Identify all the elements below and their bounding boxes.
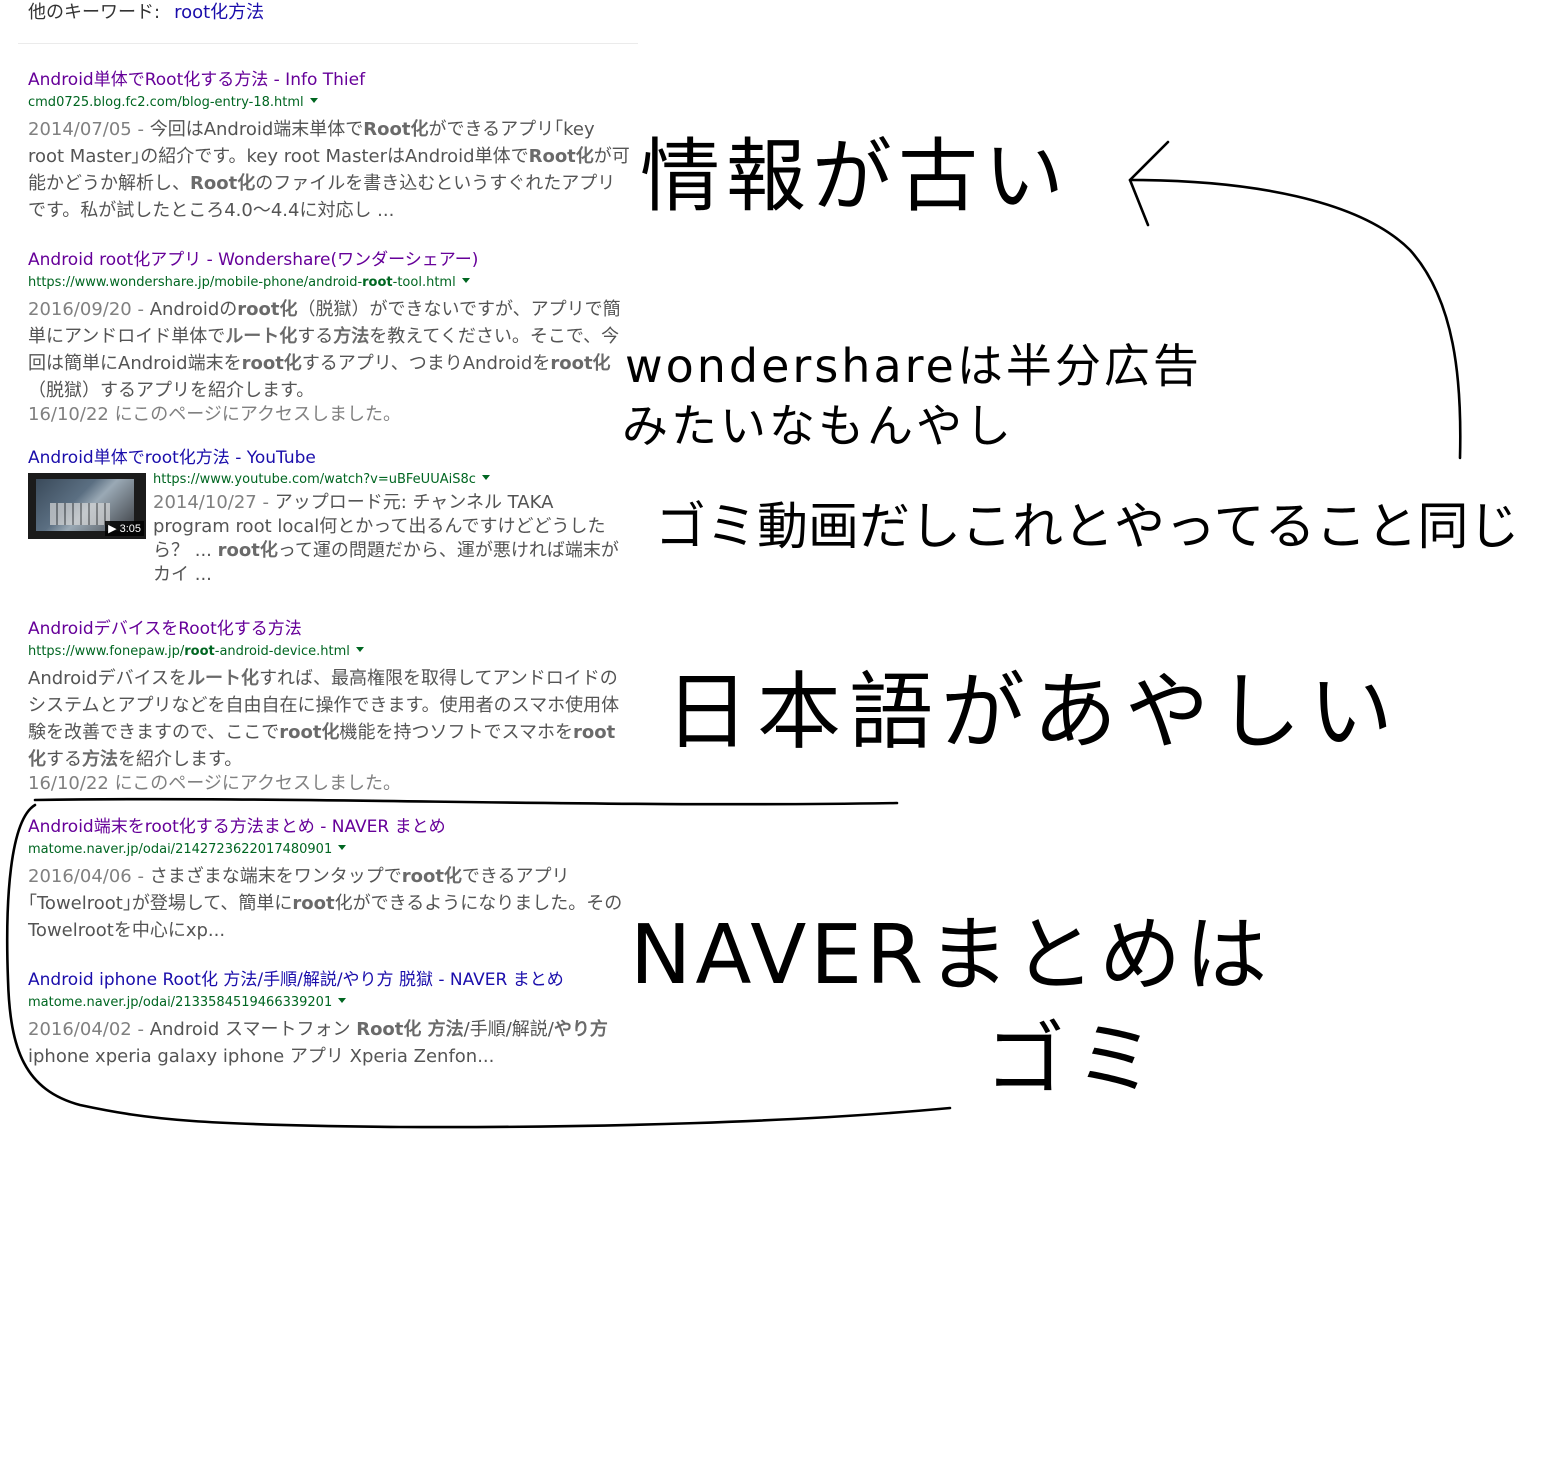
- annotation-japanese-note: 日本語があやしい: [665, 663, 1402, 761]
- annotation-wondershare-line1: wondershareは半分広告: [625, 339, 1202, 393]
- annotation-info-old: 情報が古い: [640, 130, 1070, 223]
- separator-stroke: [33, 797, 899, 806]
- annotation-youtube-note: ゴミ動画だしこれとやってること同じ: [655, 498, 1520, 557]
- annotation-naver-line1: NAVERまとめは: [630, 908, 1272, 1003]
- arrow-curve: [1128, 178, 1462, 460]
- arrow-head: [1128, 140, 1170, 227]
- annotation-wondershare-line2: みたいなもんやし: [622, 399, 1014, 453]
- annotation-naver-line2: ゴミ: [985, 1013, 1165, 1106]
